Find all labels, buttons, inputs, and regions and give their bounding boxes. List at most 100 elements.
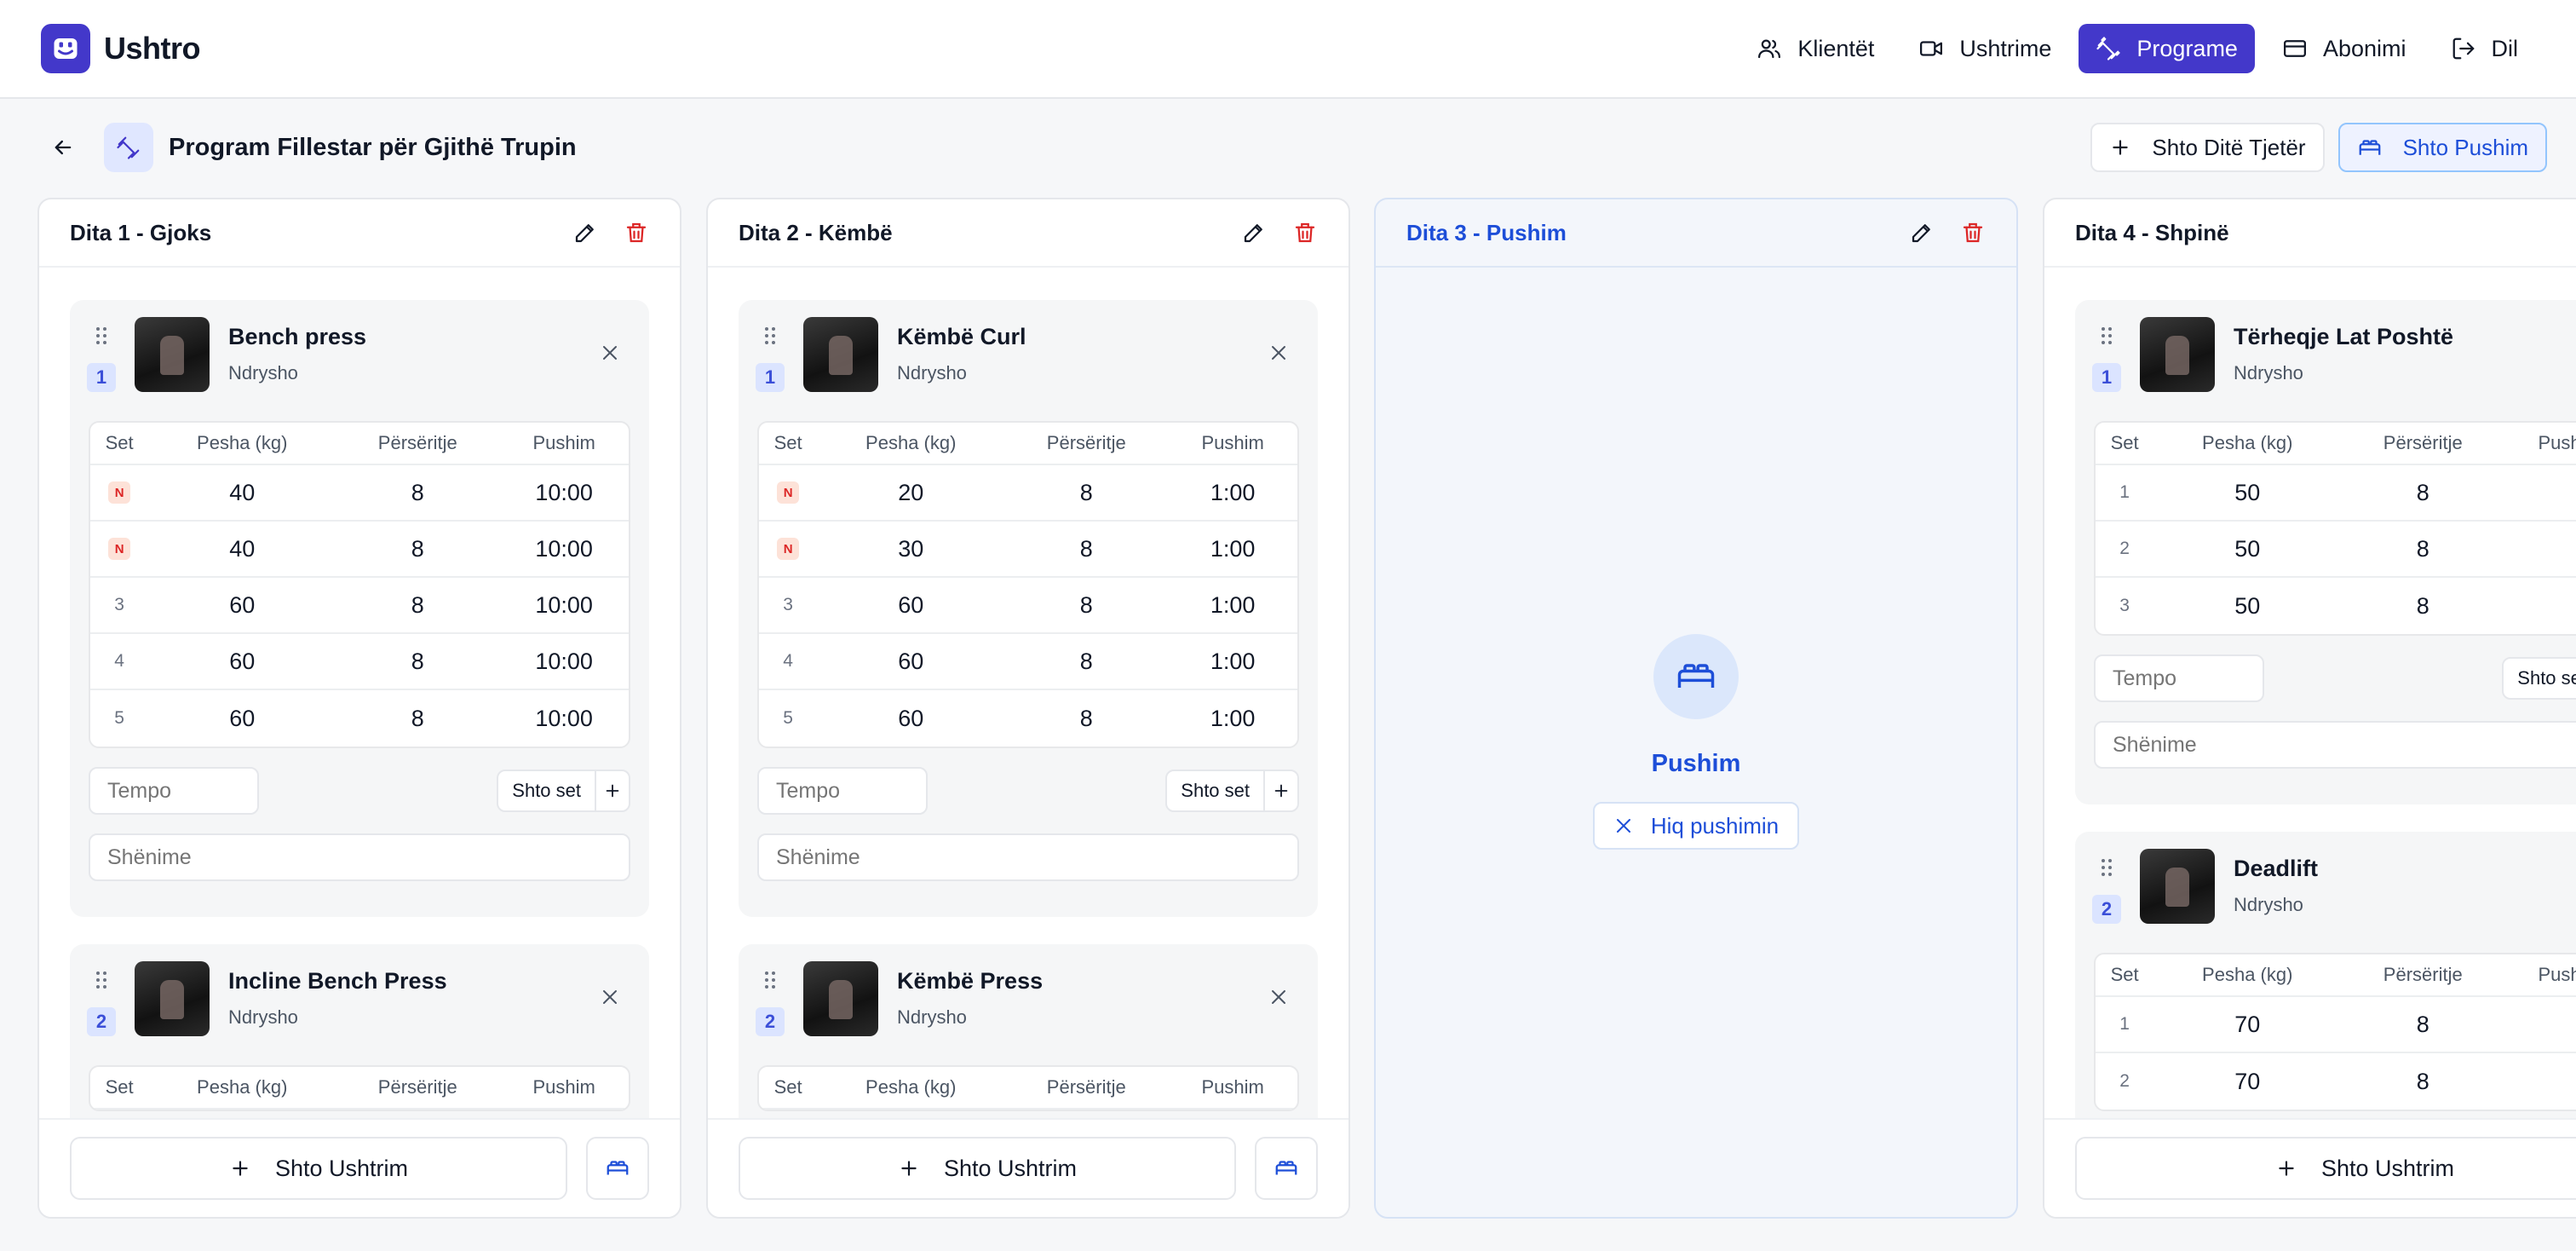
add-set-button[interactable]: Shto set bbox=[497, 770, 630, 812]
edit-exercise-link[interactable]: Ndrysho bbox=[897, 1006, 1043, 1029]
rest-cell[interactable] bbox=[2504, 578, 2576, 634]
weight-cell[interactable]: 60 bbox=[148, 634, 336, 690]
rest-cell[interactable] bbox=[2504, 1053, 2576, 1110]
edit-exercise-link[interactable]: Ndrysho bbox=[2234, 362, 2453, 384]
pencil-icon[interactable] bbox=[572, 220, 598, 245]
nav-item-clients[interactable]: Klientët bbox=[1739, 24, 1891, 73]
edit-exercise-link[interactable]: Ndrysho bbox=[228, 362, 366, 384]
reps-cell[interactable]: 8 bbox=[1004, 578, 1169, 634]
pencil-icon[interactable] bbox=[1241, 220, 1267, 245]
rest-cell[interactable] bbox=[2504, 522, 2576, 578]
weight-cell[interactable]: 50 bbox=[2153, 522, 2342, 578]
weight-cell[interactable]: 50 bbox=[2153, 465, 2342, 522]
rest-cell[interactable]: 1:00 bbox=[1168, 690, 1297, 747]
weight-cell[interactable]: 60 bbox=[817, 690, 1004, 747]
trash-icon[interactable] bbox=[624, 220, 649, 245]
set-number-cell[interactable]: 3 bbox=[759, 578, 818, 634]
add-exercise-button[interactable]: Shto Ushtrim bbox=[70, 1137, 567, 1200]
pencil-icon[interactable] bbox=[1909, 220, 1935, 245]
reps-cell[interactable]: 8 bbox=[1004, 690, 1168, 747]
remove-exercise-button[interactable] bbox=[600, 343, 620, 367]
notes-input[interactable] bbox=[89, 833, 630, 881]
back-button[interactable] bbox=[37, 122, 89, 173]
weight-cell[interactable]: 60 bbox=[817, 634, 1005, 690]
tempo-input[interactable] bbox=[2094, 654, 2264, 702]
reps-cell[interactable]: 8 bbox=[2341, 578, 2504, 634]
brand[interactable]: Ushtro bbox=[41, 24, 201, 73]
add-day-button[interactable]: Shto Ditë Tjetër bbox=[2090, 123, 2325, 172]
remove-exercise-button[interactable] bbox=[1268, 343, 1289, 367]
reps-cell[interactable]: 8 bbox=[2341, 522, 2505, 578]
reps-cell[interactable]: 8 bbox=[1004, 522, 1169, 578]
edit-exercise-link[interactable]: Ndrysho bbox=[897, 362, 1026, 384]
warmup-badge[interactable]: N bbox=[777, 538, 800, 561]
set-number-cell[interactable]: 5 bbox=[759, 690, 817, 747]
set-number-cell[interactable]: 4 bbox=[90, 634, 149, 690]
remove-exercise-button[interactable] bbox=[600, 987, 620, 1012]
set-number-cell[interactable]: 1 bbox=[2096, 997, 2154, 1053]
rest-cell[interactable]: 1:00 bbox=[1168, 522, 1297, 578]
nav-item-exercises[interactable]: Ushtrime bbox=[1901, 24, 2068, 73]
weight-cell[interactable]: 60 bbox=[148, 578, 336, 634]
reps-cell[interactable]: 8 bbox=[2341, 465, 2505, 522]
drag-handle-icon[interactable] bbox=[763, 970, 777, 990]
rest-cell[interactable]: 10:00 bbox=[499, 634, 629, 690]
warmup-badge[interactable]: N bbox=[777, 481, 800, 504]
weight-cell[interactable]: 50 bbox=[2153, 578, 2341, 634]
rest-cell[interactable]: 1:00 bbox=[1168, 465, 1297, 522]
weight-cell[interactable]: 70 bbox=[2153, 1053, 2341, 1110]
add-set-button[interactable]: Shto set bbox=[1165, 770, 1299, 812]
weight-cell[interactable]: 40 bbox=[148, 465, 336, 522]
reps-cell[interactable]: 8 bbox=[336, 634, 500, 690]
weight-cell[interactable]: 40 bbox=[148, 522, 336, 578]
edit-exercise-link[interactable]: Ndrysho bbox=[2234, 894, 2318, 916]
set-rest-day-button[interactable] bbox=[586, 1137, 649, 1200]
remove-exercise-button[interactable] bbox=[1268, 987, 1289, 1012]
tempo-input[interactable] bbox=[89, 767, 259, 815]
reps-cell[interactable]: 8 bbox=[336, 522, 500, 578]
rest-cell[interactable]: 1:00 bbox=[1168, 578, 1297, 634]
rest-cell[interactable] bbox=[2504, 997, 2576, 1053]
add-set-button[interactable]: Shto set bbox=[2502, 657, 2576, 700]
drag-handle-icon[interactable] bbox=[763, 326, 777, 346]
set-number-cell[interactable]: 3 bbox=[90, 578, 149, 634]
set-number-cell[interactable]: 2 bbox=[2096, 522, 2154, 578]
reps-cell[interactable]: 8 bbox=[336, 465, 500, 522]
warmup-badge[interactable]: N bbox=[108, 538, 131, 561]
reps-cell[interactable]: 8 bbox=[336, 690, 499, 747]
edit-exercise-link[interactable]: Ndrysho bbox=[228, 1006, 447, 1029]
tempo-input[interactable] bbox=[757, 767, 928, 815]
rest-cell[interactable]: 10:00 bbox=[499, 690, 629, 747]
add-exercise-button[interactable]: Shto Ushtrim bbox=[739, 1137, 1236, 1200]
drag-handle-icon[interactable] bbox=[95, 326, 108, 346]
set-number-cell[interactable]: 4 bbox=[759, 634, 818, 690]
weight-cell[interactable]: 30 bbox=[817, 522, 1005, 578]
remove-rest-button[interactable]: Hiq pushimin bbox=[1592, 802, 1800, 850]
weight-cell[interactable]: 20 bbox=[817, 465, 1005, 522]
rest-cell[interactable]: 10:00 bbox=[499, 522, 629, 578]
nav-item-programs[interactable]: Programe bbox=[2079, 24, 2255, 73]
set-number-cell[interactable]: 1 bbox=[2096, 465, 2154, 522]
rest-cell[interactable]: 1:00 bbox=[1168, 634, 1297, 690]
warmup-badge[interactable]: N bbox=[108, 481, 131, 504]
notes-input[interactable] bbox=[757, 833, 1299, 881]
set-rest-day-button[interactable] bbox=[1255, 1137, 1318, 1200]
set-number-cell[interactable]: 3 bbox=[2096, 578, 2153, 634]
reps-cell[interactable]: 8 bbox=[1004, 634, 1169, 690]
trash-icon[interactable] bbox=[1292, 220, 1318, 245]
weight-cell[interactable]: 70 bbox=[2153, 997, 2342, 1053]
drag-handle-icon[interactable] bbox=[2100, 857, 2113, 878]
set-number-cell[interactable]: 5 bbox=[90, 690, 148, 747]
drag-handle-icon[interactable] bbox=[2100, 326, 2113, 346]
nav-item-subscription[interactable]: Abonimi bbox=[2265, 24, 2424, 73]
rest-cell[interactable]: 10:00 bbox=[499, 465, 629, 522]
weight-cell[interactable]: 60 bbox=[817, 578, 1005, 634]
drag-handle-icon[interactable] bbox=[95, 970, 108, 990]
add-rest-button[interactable]: Shto Pushim bbox=[2337, 123, 2547, 172]
reps-cell[interactable]: 8 bbox=[2341, 997, 2505, 1053]
notes-input[interactable] bbox=[2094, 721, 2576, 769]
nav-item-logout[interactable]: Dil bbox=[2434, 24, 2536, 73]
reps-cell[interactable]: 8 bbox=[2341, 1053, 2504, 1110]
trash-icon[interactable] bbox=[1960, 220, 1986, 245]
reps-cell[interactable]: 8 bbox=[1004, 465, 1169, 522]
